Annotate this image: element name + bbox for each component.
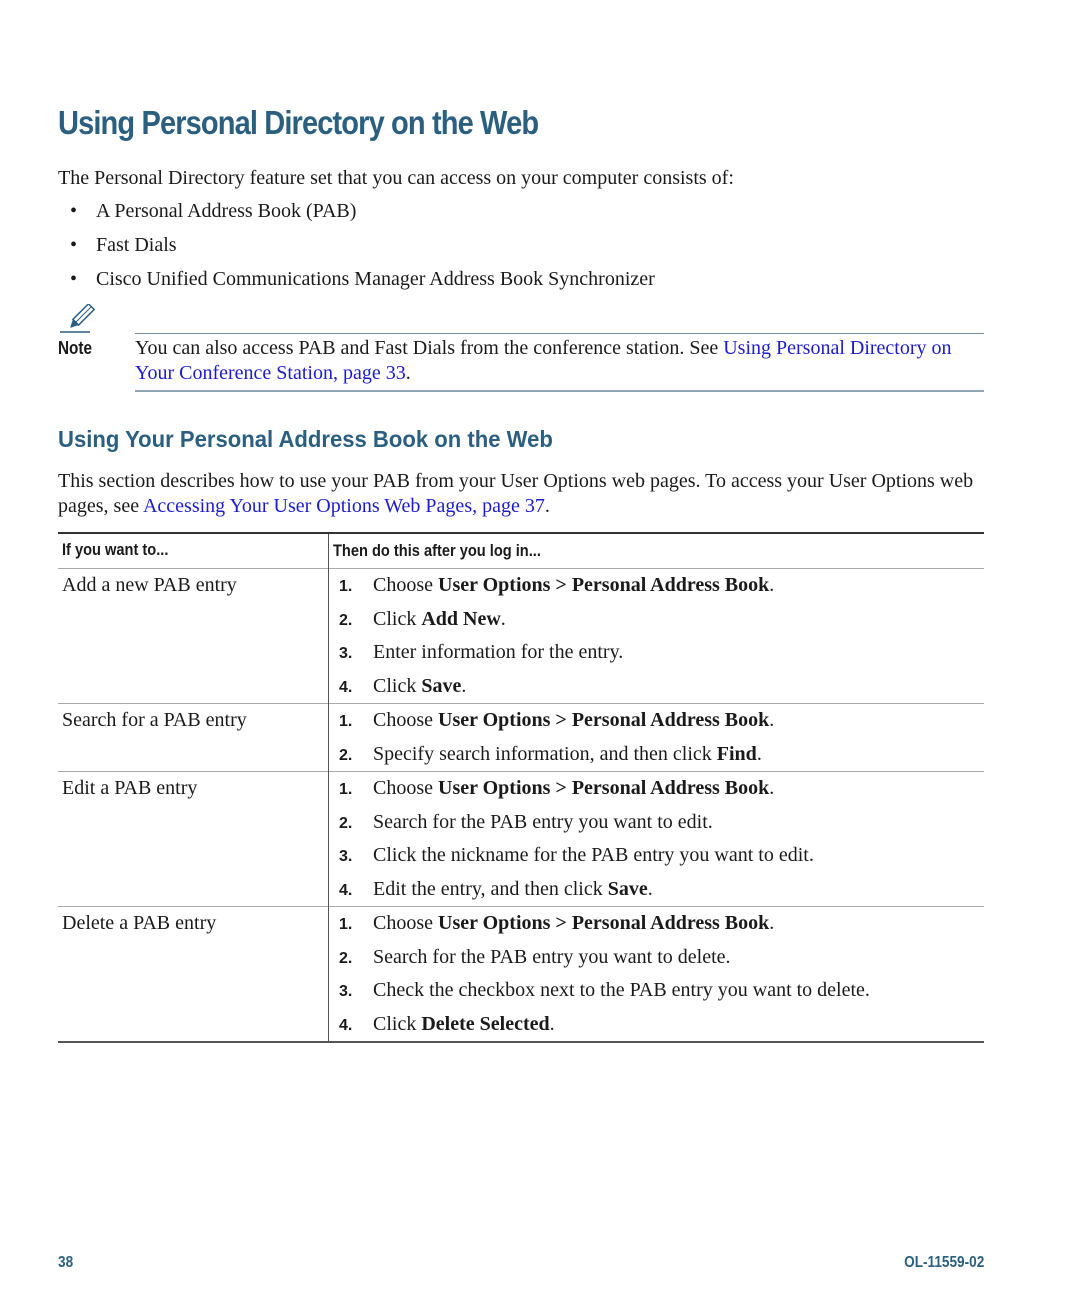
step-item: 2. Click Add New. <box>335 603 984 637</box>
step-number: 1. <box>339 578 353 595</box>
step-item: 3. Click the nickname for the PAB entry y… <box>335 839 984 873</box>
step-number: 4. <box>339 881 353 899</box>
section-paragraph: This section describes how to use your P… <box>58 470 974 517</box>
step-text: Enter information for the entry. <box>373 641 624 663</box>
step-number: 2. <box>339 949 353 967</box>
column-header-task: If you want to... <box>58 533 329 569</box>
step-text-end: . <box>769 709 775 731</box>
list-item: • Cisco Unified Communications Manager Ad… <box>70 268 655 290</box>
step-number: 2. <box>339 814 353 832</box>
step-number: 2. <box>339 746 353 764</box>
user-options-link[interactable]: Accessing Your User Options Web Pages, p… <box>143 495 545 517</box>
table-row: Search for a PAB entry 1. Choose User Opti… <box>58 703 985 772</box>
step-text: Specify search information, and then cli… <box>373 742 717 765</box>
step-text: Click the nickname for the PAB entry you… <box>373 844 814 866</box>
step-item: 2. Search for the PAB entry you want to e… <box>335 806 984 840</box>
step-text: Click <box>373 674 422 697</box>
step-text-end: . <box>647 877 653 900</box>
step-number: 3. <box>339 645 353 662</box>
steps-cell: 1. Choose User Options > Personal Address… <box>329 704 985 772</box>
note-text: You can also access PAB and Fast Dials f… <box>135 337 952 384</box>
step-text: Edit the entry, and then click <box>373 877 608 900</box>
bullet-icon: • <box>70 200 78 222</box>
bullet-icon: • <box>70 234 78 256</box>
step-text: Choose <box>373 574 438 596</box>
step-ui-element: Delete Selected <box>421 1012 550 1035</box>
step-text-end: . <box>549 1012 555 1035</box>
page-title: Using Personal Directory on the Web <box>58 104 539 141</box>
task-cell: Edit a PAB entry <box>58 771 329 907</box>
section-heading: Using Your Personal Address Book on the … <box>58 426 553 452</box>
note-label: Note <box>58 338 92 358</box>
step-ui-element: User Options > Personal Address Book <box>438 912 770 934</box>
step-number: 1. <box>339 713 353 730</box>
step-item: 4. Click Delete Selected. <box>335 1008 984 1042</box>
table-row: Edit a PAB entry 1. Choose User Options > … <box>58 771 985 907</box>
step-text: Click <box>373 607 422 630</box>
pencil-icon <box>60 302 100 334</box>
step-text-end: . <box>769 777 775 799</box>
step-list: 1. Choose User Options > Personal Address… <box>335 907 984 1041</box>
feature-list: • A Personal Address Book (PAB) • Fast Dia… <box>58 198 655 300</box>
step-item: 3. Check the checkbox next to the PAB ent… <box>335 974 984 1008</box>
step-number: 3. <box>339 848 353 865</box>
list-item: • Fast Dials <box>70 234 177 256</box>
steps-cell: 1. Choose User Options > Personal Address… <box>329 772 985 907</box>
step-list: 1. Choose User Options > Personal Address… <box>335 569 984 703</box>
step-text: Search for the PAB entry you want to edi… <box>373 810 713 833</box>
bullet-icon: • <box>70 268 78 290</box>
step-text: Choose <box>373 777 438 799</box>
step-ui-element: Save <box>607 877 648 900</box>
task-cell: Add a new PAB entry <box>58 568 329 704</box>
steps-cell: 1. Choose User Options > Personal Address… <box>329 907 985 1043</box>
step-text: Check the checkbox next to the PAB entry… <box>373 979 870 1001</box>
note-bottom-rule <box>135 390 984 392</box>
step-number: 4. <box>339 1016 353 1034</box>
table-header-row: If you want to... Then do this after you… <box>58 533 984 569</box>
step-item: 1. Choose User Options > Personal Address… <box>335 907 984 941</box>
column-header-steps: Then do this after you log in... <box>333 541 541 560</box>
step-item: 4. Edit the entry, and then click Save. <box>335 873 984 907</box>
step-number: 4. <box>339 678 353 696</box>
step-text-end: . <box>769 912 775 934</box>
step-item: 1. Choose User Options > Personal Address… <box>335 772 984 806</box>
step-item: 4. Click Save. <box>335 670 984 704</box>
step-text: Click <box>373 1012 422 1035</box>
step-ui-element: Save <box>421 674 462 697</box>
page-number: 38 <box>58 1254 74 1271</box>
step-item: 2. Search for the PAB entry you want to d… <box>335 941 984 975</box>
step-number: 2. <box>339 611 353 629</box>
document-id: OL-11559-02 <box>903 1254 984 1271</box>
step-list: 1. Choose User Options > Personal Address… <box>335 704 984 771</box>
step-text: Search for the PAB entry you want to del… <box>373 945 731 968</box>
step-ui-element: User Options > Personal Address Book <box>438 777 770 799</box>
step-text-end: . <box>756 742 762 765</box>
step-item: 1. Choose User Options > Personal Address… <box>335 569 984 603</box>
step-number: 1. <box>339 916 353 933</box>
step-number: 1. <box>339 781 353 798</box>
step-number: 3. <box>339 983 353 1000</box>
step-ui-element: Add New <box>421 607 501 630</box>
step-item: 1. Choose User Options > Personal Address… <box>335 704 984 738</box>
step-ui-element: User Options > Personal Address Book <box>438 709 770 731</box>
list-item: • A Personal Address Book (PAB) <box>70 200 357 222</box>
step-ui-element: User Options > Personal Address Book <box>438 574 770 596</box>
note-top-rule <box>135 333 984 334</box>
pab-task-table: If you want to... Then do this after you… <box>58 532 984 1043</box>
step-item: 3. Enter information for the entry. <box>335 636 984 670</box>
step-item: 2. Specify search information, and then c… <box>335 738 984 772</box>
step-text-end: . <box>769 574 775 596</box>
step-ui-element: Find <box>716 742 757 765</box>
steps-cell: 1. Choose User Options > Personal Address… <box>329 569 985 704</box>
intro-paragraph: The Personal Directory feature set that … <box>58 167 734 189</box>
table-row: Add a new PAB entry 1. Choose User Options… <box>58 568 985 704</box>
step-text-end: . <box>500 607 506 630</box>
table-row: Delete a PAB entry 1. Choose User Options … <box>58 906 985 1043</box>
step-text: Choose <box>373 912 438 934</box>
step-text: Choose <box>373 709 438 731</box>
task-cell: Delete a PAB entry <box>58 906 329 1042</box>
step-list: 1. Choose User Options > Personal Address… <box>335 772 984 906</box>
task-cell: Search for a PAB entry <box>58 703 329 772</box>
step-text-end: . <box>461 674 467 697</box>
